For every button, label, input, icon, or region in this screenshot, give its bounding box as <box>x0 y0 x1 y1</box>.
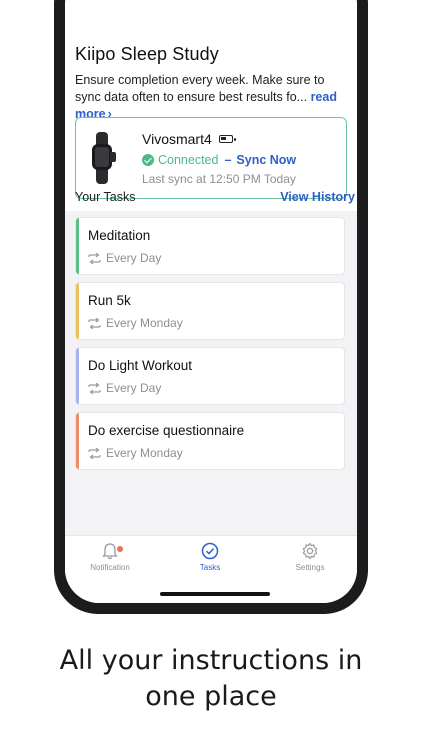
view-history-link[interactable]: View History <box>280 190 355 204</box>
last-sync-text: Last sync at 12:50 PM Today <box>142 172 296 186</box>
battery-icon <box>219 135 236 143</box>
task-frequency-label: Every Day <box>106 381 162 395</box>
tab-settings-label: Settings <box>295 563 325 572</box>
device-card[interactable]: Vivosmart4 Connected – Sync Now Last syn… <box>75 117 347 199</box>
task-frequency-label: Every Monday <box>106 446 183 460</box>
task-name: Meditation <box>88 228 151 243</box>
repeat-icon <box>88 382 101 394</box>
task-name: Do Light Workout <box>88 358 193 373</box>
phone-frame: Kiipo Sleep Study Ensure completion ever… <box>54 0 368 614</box>
tab-tasks-label: Tasks <box>199 563 221 572</box>
repeat-icon <box>88 447 101 459</box>
task-name: Do exercise questionnaire <box>88 423 245 438</box>
task-card[interactable]: Run 5k Every Monday <box>75 282 345 340</box>
tasks-title: Your Tasks <box>75 190 136 204</box>
study-description-text: Ensure completion every week. Make sure … <box>75 73 325 104</box>
sync-now-button[interactable]: Sync Now <box>236 153 296 167</box>
phone-screen: Kiipo Sleep Study Ensure completion ever… <box>65 0 357 603</box>
tab-bar: Notification Tasks Settings <box>65 535 357 603</box>
study-description: Ensure completion every week. Make sure … <box>75 72 353 123</box>
task-frequency: Every Monday <box>88 446 183 460</box>
task-frequency: Every Day <box>88 381 161 395</box>
task-card[interactable]: Do Light Workout Every Day <box>75 347 345 405</box>
caption-line-1: All your instructions in <box>59 645 363 676</box>
marketing-caption: All your instructions in one place <box>0 643 422 715</box>
tab-notification[interactable]: Notification <box>70 542 150 572</box>
home-indicator <box>160 592 270 596</box>
repeat-icon <box>88 252 101 264</box>
device-status-row: Connected – Sync Now <box>142 153 296 167</box>
task-color-bar <box>76 218 79 274</box>
task-card[interactable]: Do exercise questionnaire Every Monday <box>75 412 345 470</box>
task-frequency: Every Monday <box>88 316 183 330</box>
task-frequency-label: Every Monday <box>106 316 183 330</box>
gear-icon <box>302 542 318 560</box>
notification-badge <box>117 546 123 552</box>
status-separator: – <box>224 153 232 167</box>
tab-settings[interactable]: Settings <box>270 542 350 572</box>
caption-line-2: one place <box>145 681 277 712</box>
task-card[interactable]: Meditation Every Day <box>75 217 345 275</box>
task-color-bar <box>76 348 79 404</box>
connection-status: Connected <box>158 153 219 167</box>
tab-tasks[interactable]: Tasks <box>170 542 250 572</box>
task-frequency: Every Day <box>88 251 161 265</box>
tasks-header: Your Tasks View History <box>75 190 355 210</box>
repeat-icon <box>88 317 101 329</box>
study-title: Kiipo Sleep Study <box>75 44 219 64</box>
fitness-tracker-icon <box>92 132 116 184</box>
task-name: Run 5k <box>88 293 131 308</box>
task-color-bar <box>76 283 79 339</box>
app-store-screenshot: Kiipo Sleep Study Ensure completion ever… <box>0 0 422 750</box>
bell-icon <box>102 543 118 560</box>
check-circle-icon <box>142 154 154 166</box>
tab-notification-label: Notification <box>90 563 130 572</box>
task-color-bar <box>76 413 79 469</box>
check-circle-outline-icon <box>201 542 219 560</box>
study-header: Kiipo Sleep Study Ensure completion ever… <box>65 0 357 211</box>
device-name: Vivosmart4 <box>142 131 212 147</box>
task-frequency-label: Every Day <box>106 251 162 265</box>
